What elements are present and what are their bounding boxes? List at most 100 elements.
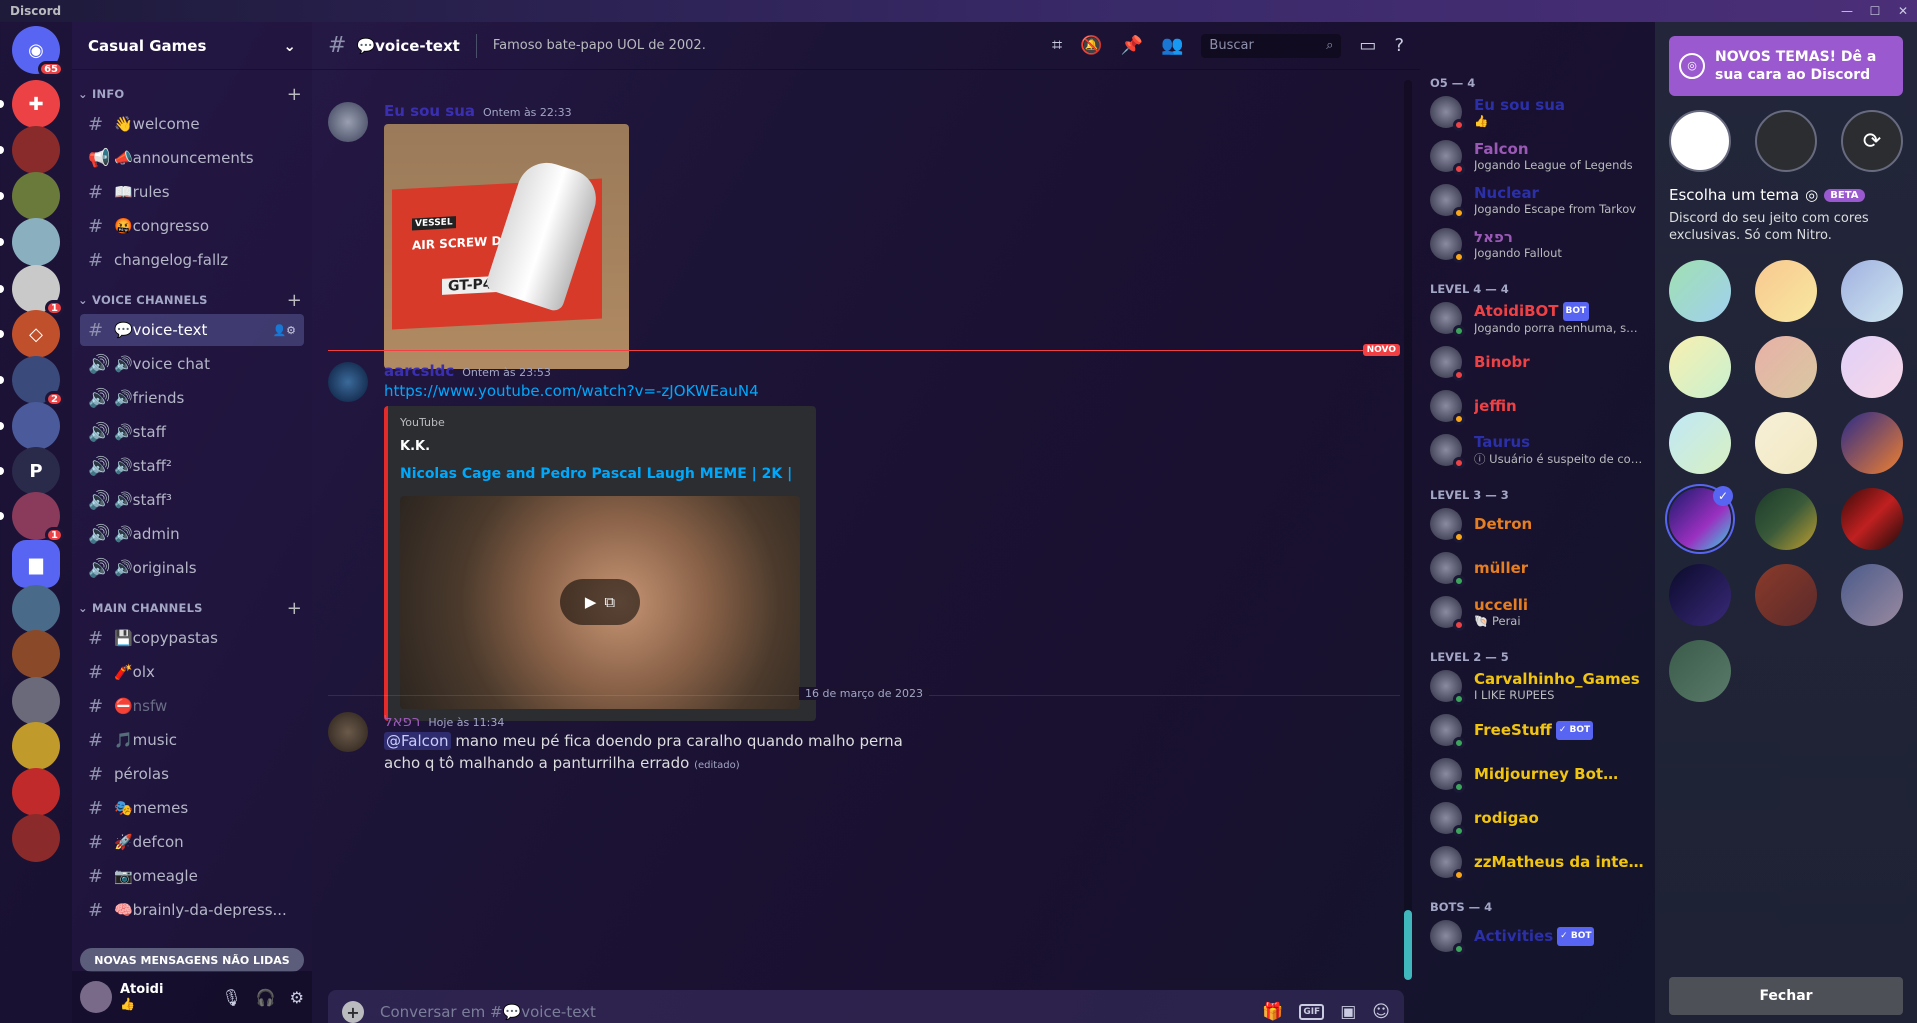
channel-item[interactable]: 🔊 🔊originals xyxy=(80,552,304,584)
channel-item[interactable]: # 💬voice-text 👤⚙ xyxy=(80,314,304,346)
server-icon[interactable] xyxy=(12,585,60,633)
avatar[interactable] xyxy=(328,102,368,142)
new-unread-messages-button[interactable]: NOVAS MENSAGENS NÃO LIDAS xyxy=(80,948,304,972)
channel-item[interactable]: 🔊 🔊friends xyxy=(80,382,304,414)
member-item[interactable]: rodigao xyxy=(1420,796,1660,840)
member-item[interactable]: Carvalhinho_Games I LIKE RUPEES xyxy=(1420,664,1660,708)
server-icon[interactable]: 2 xyxy=(12,356,64,407)
search-input[interactable]: Buscar ⌕ xyxy=(1201,33,1342,58)
channel-item[interactable]: 🔊 🔊staff³ xyxy=(80,484,304,516)
channel-item[interactable]: # 🤬congresso xyxy=(80,210,304,242)
server-icon[interactable]: ◇ xyxy=(12,310,60,358)
channel-item[interactable]: # pérolas xyxy=(80,758,304,790)
message-input[interactable]: + Conversar em #💬voice-text 🎁 GIF ▣ ☺ xyxy=(328,990,1404,1023)
create-channel-icon[interactable]: + xyxy=(287,290,302,311)
close-button[interactable]: ✕ xyxy=(1889,0,1917,22)
theme-swatch[interactable] xyxy=(1755,260,1817,322)
mute-bell-icon[interactable]: 🔕 xyxy=(1080,35,1102,56)
member-item[interactable]: FreeStuff ✓ BOT xyxy=(1420,708,1660,752)
channel-item[interactable]: # 🧠brainly-da-depress... xyxy=(80,894,304,926)
avatar[interactable] xyxy=(328,362,368,402)
close-theme-button[interactable]: Fechar xyxy=(1669,977,1903,1015)
dark-theme-button[interactable] xyxy=(1755,110,1817,172)
play-button[interactable]: ▶ ⧉ xyxy=(560,579,640,625)
sticker-icon[interactable]: ▣ xyxy=(1340,1002,1356,1022)
channel-item[interactable]: # 🎵music xyxy=(80,724,304,756)
theme-swatch[interactable] xyxy=(1755,488,1817,550)
channel-topic[interactable]: Famoso bate-papo UOL de 2002. xyxy=(493,38,706,53)
channel-item[interactable]: # 💾copypastas xyxy=(80,622,304,654)
channel-item[interactable]: # 🚀defcon xyxy=(80,826,304,858)
channel-item[interactable]: # 📷omeagle xyxy=(80,860,304,892)
video-thumbnail[interactable]: ▶ ⧉ xyxy=(400,496,800,709)
server-icon[interactable]: ✚ xyxy=(12,80,60,128)
server-icon[interactable] xyxy=(12,677,60,725)
theme-swatch[interactable] xyxy=(1841,260,1903,322)
server-icon[interactable] xyxy=(12,218,60,266)
theme-swatch[interactable] xyxy=(1841,564,1903,626)
channel-item[interactable]: # 🧨olx xyxy=(80,656,304,688)
member-item[interactable]: jeffin xyxy=(1420,384,1660,428)
server-icon[interactable] xyxy=(12,630,60,678)
member-item[interactable]: AtoidiBOT BOT Jogando porra nenhuma, soc..… xyxy=(1420,296,1660,340)
members-icon[interactable]: 👥 xyxy=(1161,35,1183,56)
channel-item[interactable]: # 🎭memes xyxy=(80,792,304,824)
chat-scrollbar[interactable] xyxy=(1404,80,1412,980)
headphones-icon[interactable]: 🎧 xyxy=(256,988,276,1007)
theme-swatch[interactable] xyxy=(1755,412,1817,474)
chevron-down-icon[interactable]: ⌄ xyxy=(283,37,296,55)
category-info[interactable]: ⌄ INFO + xyxy=(72,82,312,106)
member-item[interactable]: Falcon Jogando League of Legends xyxy=(1420,134,1660,178)
theme-swatch[interactable] xyxy=(1669,640,1731,702)
sync-theme-button[interactable]: ⟳ xyxy=(1841,110,1903,172)
theme-swatch[interactable] xyxy=(1669,564,1731,626)
threads-icon[interactable]: ⌗ xyxy=(1052,35,1062,56)
gif-button[interactable]: GIF xyxy=(1299,1004,1325,1020)
member-item[interactable]: Nuclear Jogando Escape from Tarkov xyxy=(1420,178,1660,222)
theme-swatch[interactable]: ✓ xyxy=(1669,486,1733,550)
microphone-icon[interactable]: 🎙 xyxy=(221,988,241,1007)
theme-swatch[interactable] xyxy=(1841,412,1903,474)
member-item[interactable]: Midjourney Bot ✓ BOT xyxy=(1420,752,1660,796)
theme-swatch[interactable] xyxy=(1669,412,1731,474)
theme-swatch[interactable] xyxy=(1841,488,1903,550)
server-icon[interactable]: ▆ xyxy=(12,540,60,588)
theme-swatch[interactable] xyxy=(1755,336,1817,398)
avatar[interactable] xyxy=(80,981,112,1013)
help-icon[interactable]: ? xyxy=(1394,35,1404,56)
server-icon[interactable]: 1 xyxy=(12,492,64,543)
inbox-icon[interactable]: ▭ xyxy=(1359,35,1376,56)
server-icon[interactable] xyxy=(12,722,60,770)
attachment-image[interactable]: VESSEL AIR SCREW DRIVER GT-P4.5DR xyxy=(384,124,629,369)
message-link[interactable]: https://www.youtube.com/watch?v=-zJOKWEa… xyxy=(384,382,759,400)
server-icon[interactable] xyxy=(12,172,60,220)
server-icon[interactable]: P xyxy=(12,447,60,495)
member-item[interactable]: רפאל Jogando Fallout xyxy=(1420,222,1660,266)
member-item[interactable]: uccelli 🐚 Perai xyxy=(1420,590,1660,634)
channel-item[interactable]: 🔊 🔊voice chat xyxy=(80,348,304,380)
server-icon[interactable] xyxy=(12,814,60,862)
member-item[interactable]: Eu sou sua 👍 xyxy=(1420,90,1660,134)
server-icon[interactable] xyxy=(12,126,60,174)
member-item[interactable]: Detron xyxy=(1420,502,1660,546)
channel-item[interactable]: # ⛔nsfw xyxy=(80,690,304,722)
message-author[interactable]: Eu sou sua xyxy=(384,102,475,120)
user-mention[interactable]: @Falcon xyxy=(384,732,451,750)
light-theme-button[interactable] xyxy=(1669,110,1731,172)
theme-swatch[interactable] xyxy=(1755,564,1817,626)
channel-item[interactable]: # 📖rules xyxy=(80,176,304,208)
theme-swatch[interactable] xyxy=(1669,260,1731,322)
member-item[interactable]: müller xyxy=(1420,546,1660,590)
channel-item[interactable]: 📢 📣announcements xyxy=(80,142,304,174)
scrollbar-thumb[interactable] xyxy=(1404,910,1412,980)
embed-provider[interactable]: YouTube xyxy=(400,416,804,429)
create-channel-icon[interactable]: + xyxy=(287,84,302,105)
channel-settings-icon[interactable]: 👤⚙ xyxy=(272,324,296,337)
add-attachment-button[interactable]: + xyxy=(342,1001,364,1023)
channel-item[interactable]: # 👋welcome xyxy=(80,108,304,140)
server-icon[interactable]: ◉ 65 xyxy=(12,26,64,77)
create-channel-icon[interactable]: + xyxy=(287,598,302,619)
embed-author[interactable]: K.K. xyxy=(400,439,804,454)
theme-swatch[interactable] xyxy=(1841,336,1903,398)
server-icon[interactable]: 1 xyxy=(12,265,64,316)
